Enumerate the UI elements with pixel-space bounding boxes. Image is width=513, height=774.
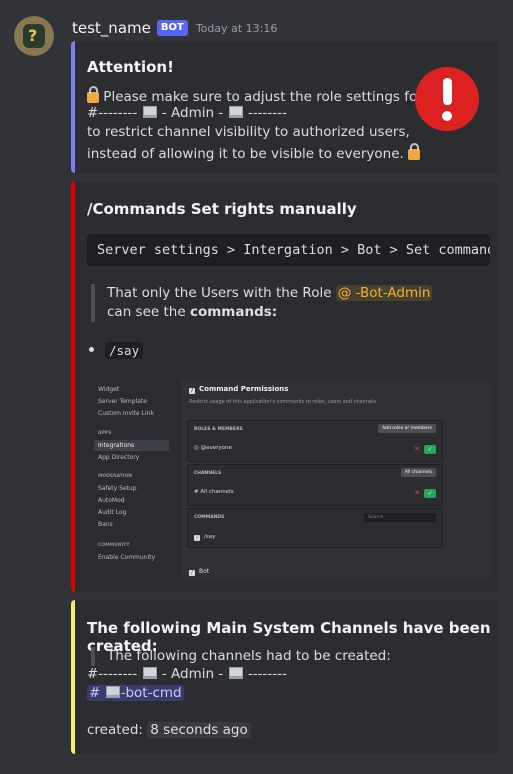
roles-box: ROLES & MEMBERS Add roles or members ◎ @… xyxy=(187,420,443,462)
slash-command-icon: / xyxy=(194,535,200,541)
username[interactable]: test_name xyxy=(72,19,151,37)
sidebar-item: Audit Log xyxy=(98,509,127,516)
code-block: Server settings > Intergation > Bot > Se… xyxy=(87,234,490,266)
all-channels-row: # All channels xyxy=(194,489,234,495)
created-line: created: 8 seconds ago xyxy=(87,721,251,740)
add-roles-button[interactable]: Add roles or members xyxy=(378,424,436,433)
sidebar-item: App Directory xyxy=(98,454,140,461)
blockquote: That only the Users with the Role @ -Bot… xyxy=(91,284,433,322)
list-bullet xyxy=(89,347,94,352)
avatar-question-mark-icon: ? xyxy=(28,26,38,45)
sidebar-item: Custom Invite Link xyxy=(98,410,154,417)
deny-allow-toggle[interactable]: ✕ ✓ xyxy=(412,489,436,498)
channels-box: CHANNELS All channels # All channels ✕ ✓ xyxy=(187,464,443,506)
sidebar-item: Widget xyxy=(98,386,120,393)
laptop-icon xyxy=(105,686,120,698)
embed-line-4: instead of allowing it to be visible to … xyxy=(87,142,421,164)
screenshot-sidebar: Widget Server Template Custom Invite Lin… xyxy=(86,380,181,578)
bold-commands: commands: xyxy=(189,304,278,320)
avatar[interactable]: ? xyxy=(14,16,54,56)
lock-icon xyxy=(87,86,99,103)
laptop-icon xyxy=(228,667,243,679)
settings-screenshot-image[interactable]: Widget Server Template Custom Invite Lin… xyxy=(86,380,491,578)
channel-line: #-------- - Admin - -------- xyxy=(87,666,287,682)
relative-timestamp[interactable]: 8 seconds ago xyxy=(147,722,251,738)
embed-title: Attention! xyxy=(87,58,174,76)
laptop-icon xyxy=(142,667,157,679)
sidebar-item: Enable Community xyxy=(98,554,156,561)
list-item: /say xyxy=(105,341,144,361)
role-mention[interactable]: @ -Bot-Admin xyxy=(335,285,433,301)
sidebar-item: Bans xyxy=(98,521,113,528)
box-header: COMMANDS xyxy=(194,515,225,520)
sidebar-item: Safety Setup xyxy=(98,485,137,492)
blockquote: The following channels had to be created… xyxy=(91,647,391,666)
everyone-row: ◎ @everyone xyxy=(194,445,232,451)
laptop-icon xyxy=(142,106,157,118)
message-header: test_name BOT Today at 13:16 xyxy=(72,18,277,38)
embed-line-3: to restrict channel visibility to author… xyxy=(87,124,410,140)
exclamation-warning-icon xyxy=(415,67,479,131)
channel-mention[interactable]: # -bot-cmd xyxy=(87,685,184,701)
embed-commands: /Commands Set rights manually Server set… xyxy=(71,181,498,592)
box-header: CHANNELS xyxy=(194,471,222,476)
deny-allow-toggle[interactable]: ✕ ✓ xyxy=(412,445,436,454)
laptop-icon xyxy=(228,106,243,118)
commands-box: COMMANDS Search //say xyxy=(187,508,443,548)
embed-line-2: #-------- - Admin - -------- xyxy=(87,105,287,121)
message-timestamp[interactable]: Today at 13:16 xyxy=(196,22,278,35)
bot-badge: BOT xyxy=(156,20,188,36)
bot-label: / Bot xyxy=(189,568,209,576)
lock-icon xyxy=(408,143,421,160)
panel-title: / Command Permissions xyxy=(189,385,288,394)
sidebar-header: APPS xyxy=(98,431,112,436)
sidebar-item: Integrations xyxy=(98,442,135,449)
inline-code: /say xyxy=(105,342,144,359)
add-channels-button[interactable]: All channels xyxy=(400,468,436,477)
channel-mention-line: # -bot-cmd xyxy=(87,684,184,703)
sidebar-header: COMMUNITY xyxy=(98,543,130,548)
search-input[interactable]: Search xyxy=(364,513,436,522)
slash-command-icon: / xyxy=(189,570,195,576)
slash-command-icon: / xyxy=(189,388,195,394)
panel-subtitle: Restrict usage of this application's com… xyxy=(189,399,377,405)
embed-attention: Attention! Please make sure to adjust th… xyxy=(71,41,498,173)
sidebar-item: Server Template xyxy=(98,398,147,405)
box-header: ROLES & MEMBERS xyxy=(194,427,243,432)
sidebar-item: AutoMod xyxy=(98,497,125,504)
command-row[interactable]: //say xyxy=(194,534,215,541)
embed-channels-created: The following Main System Channels have … xyxy=(71,600,498,754)
sidebar-header: MODERATION xyxy=(98,474,133,479)
embed-title: /Commands Set rights manually xyxy=(87,200,357,218)
